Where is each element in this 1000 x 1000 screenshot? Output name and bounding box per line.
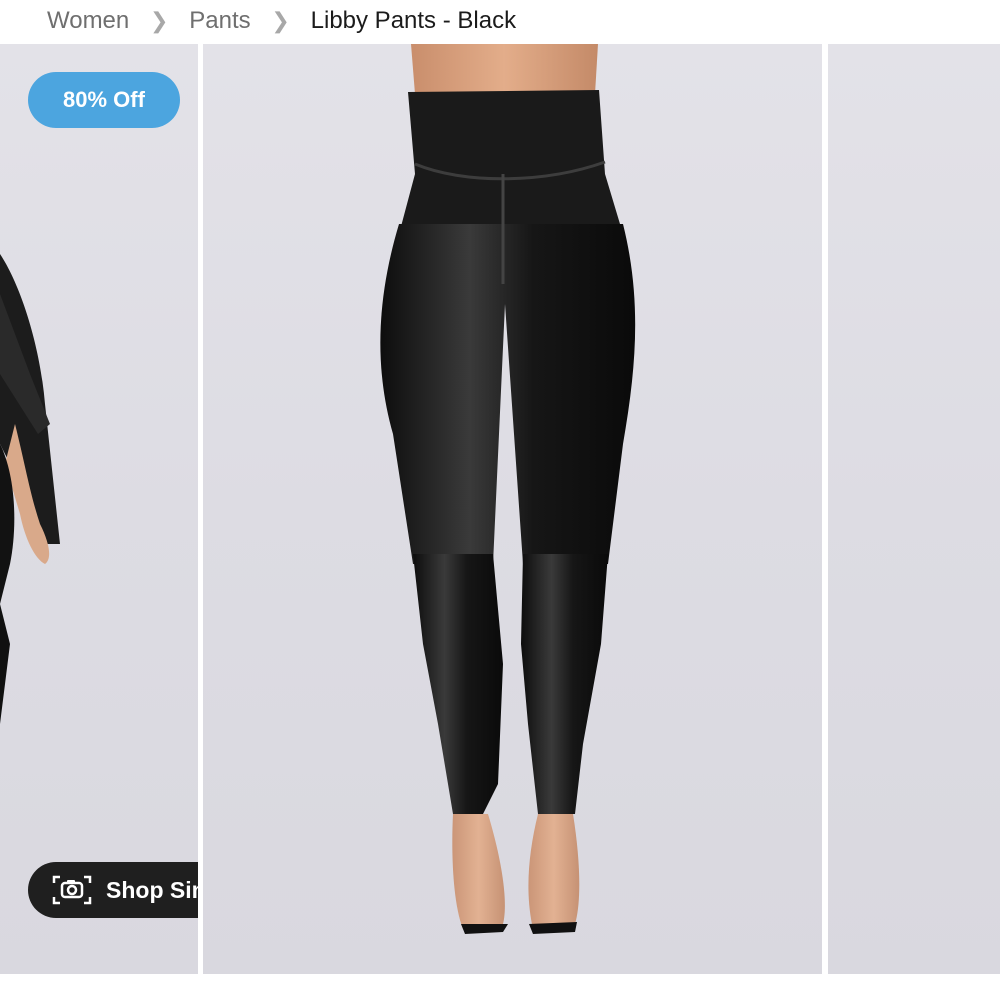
breadcrumb: Women ❯ Pants ❯ Libby Pants - Black <box>0 0 1000 42</box>
shop-similar-button[interactable]: Shop Similar <box>28 862 198 918</box>
breadcrumb-item-women[interactable]: Women <box>47 7 129 35</box>
next-product-image[interactable] <box>828 44 1000 974</box>
breadcrumb-current: Libby Pants - Black <box>310 7 517 34</box>
shop-similar-label: Shop Similar <box>106 876 198 903</box>
camera-scan-icon <box>52 873 106 907</box>
chevron-right-icon: ❯ <box>150 8 169 33</box>
chevron-right-icon: ❯ <box>271 8 290 33</box>
product-image-carousel[interactable]: 80% Off Shop Similar <box>0 44 1000 974</box>
breadcrumb-item-pants[interactable]: Pants <box>189 7 250 35</box>
product-page: Women ❯ Pants ❯ Libby Pants - Black 80% … <box>0 0 1000 1000</box>
previous-product-image[interactable]: 80% Off Shop Similar <box>0 44 198 974</box>
discount-badge: 80% Off <box>28 72 180 128</box>
model-jacket-image <box>0 254 60 724</box>
main-product-image[interactable] <box>203 44 822 974</box>
black-leather-pants-image <box>380 44 636 934</box>
